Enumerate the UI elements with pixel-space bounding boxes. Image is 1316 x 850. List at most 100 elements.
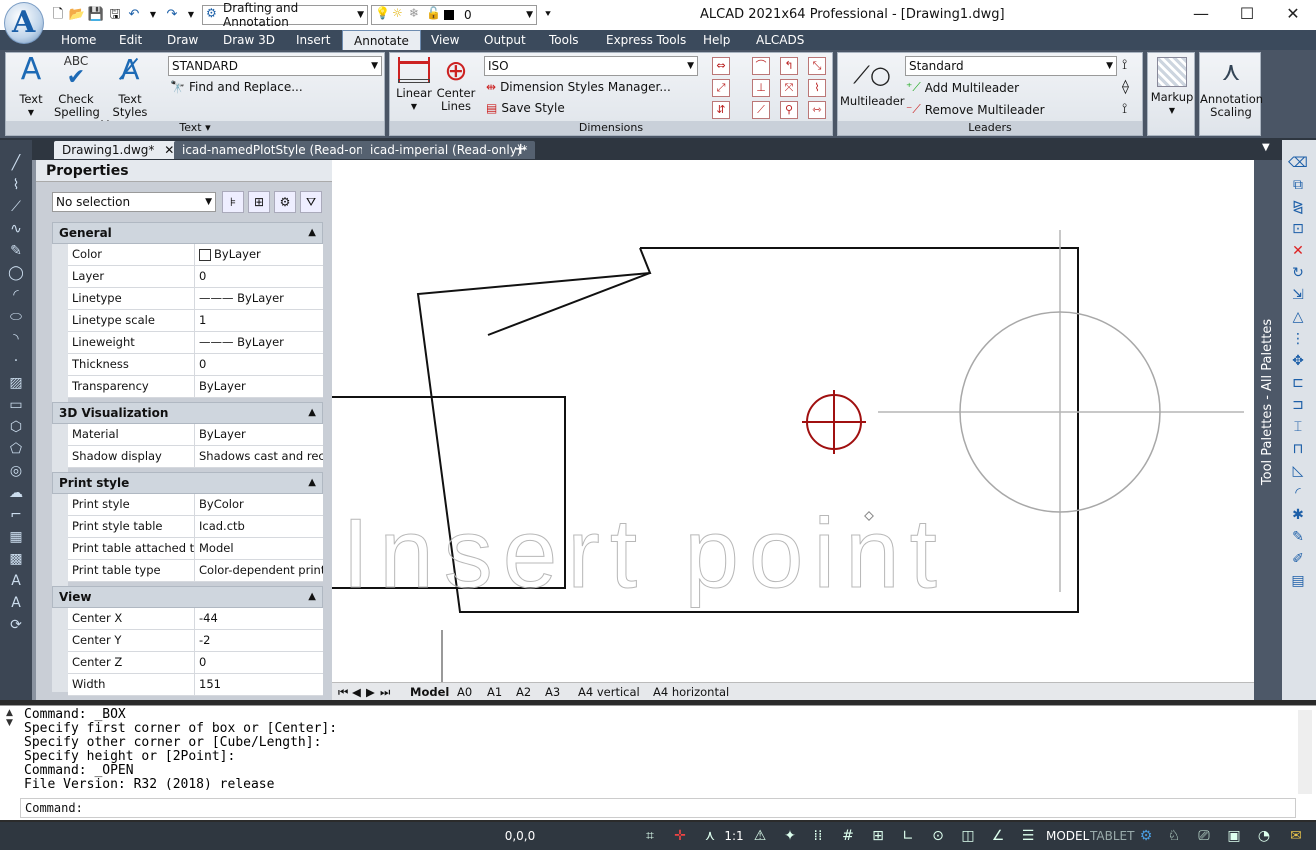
ortho-icon[interactable]: ∟ [898,826,918,846]
dim-tool-3[interactable]: ⇵ [712,101,730,119]
tab-home[interactable]: Home [61,30,96,50]
dim-tool-9[interactable]: ⚲ [780,101,798,119]
leader-style-icon[interactable]: ⟟ [1122,101,1127,117]
fillet-icon[interactable]: ◜ [1286,482,1310,504]
undo-icon[interactable]: ↶ [126,7,142,23]
hardware-accel-icon[interactable]: ▣ [1224,826,1244,846]
dim-tool-7[interactable]: ↰ [780,57,798,75]
prop-row[interactable]: Center Z0 [68,652,323,674]
dim-tool-2[interactable]: ⤢ [712,79,730,97]
point-icon[interactable]: · [4,350,28,372]
grid-display-icon[interactable]: ⁞⁞ [808,826,828,846]
prop-row[interactable]: Print style table Icad.ctb [68,516,323,538]
open-folder-icon[interactable]: 📂 [69,7,85,23]
layout-tab-model[interactable]: Model [410,684,449,700]
new-file-icon[interactable]: 🗋 [50,7,66,23]
new-tab-icon[interactable]: + [514,139,527,158]
pencil-icon[interactable]: ✎ [4,240,28,262]
copy-icon[interactable]: ⧉ [1286,174,1310,196]
minimize-button[interactable]: — [1178,0,1224,30]
tab-alcads[interactable]: ALCADS [756,30,804,50]
chevron-down-icon[interactable]: ▼ [1262,142,1270,153]
chamfer-icon[interactable]: ◺ [1286,460,1310,482]
first-layout-icon[interactable]: ⏮ [338,684,348,700]
prop-row[interactable]: Color ByLayer [68,244,323,266]
table-icon[interactable]: ▦ [4,526,28,548]
doc-tab[interactable]: icad-namedPlotStyle (Read-only) [174,141,387,159]
clean-screen-icon[interactable]: ◔ [1254,826,1274,846]
center-lines-button[interactable]: ⊕ Center Lines [436,55,476,113]
leader-collect-icon[interactable]: ⟠ [1122,79,1129,95]
tab-draw-3d[interactable]: Draw 3D [223,30,275,50]
tablet-toggle[interactable]: TABLET [1090,826,1134,846]
layout-tab[interactable]: A1 [487,684,502,700]
command-scrollbar[interactable] [1298,710,1312,794]
stext-icon[interactable]: A [4,592,28,614]
multileader-button[interactable]: ⟋○ Multileader [840,55,905,108]
prop-row[interactable]: Layer 0 [68,266,323,288]
join-icon[interactable]: ⊓ [1286,438,1310,460]
model-space-toggle[interactable]: MODEL [1046,826,1089,846]
leaders-panel-title[interactable]: Leaders [838,121,1142,135]
tab-tools[interactable]: Tools [549,30,579,50]
command-input[interactable]: Command: [20,798,1296,818]
quick-select-icon[interactable]: ⚙ [274,191,296,213]
text-style-select[interactable]: STANDARD ▼ [168,56,382,76]
hatch-icon[interactable]: ▨ [4,372,28,394]
dimensions-panel-title[interactable]: Dimensions [390,121,832,135]
prop-row[interactable]: Linetype ——— ByLayer [68,288,323,310]
lock-ui-icon[interactable]: ♘ [1164,826,1184,846]
multileader-style-select[interactable]: Standard ▼ [905,56,1117,76]
donut-icon[interactable]: ◎ [4,460,28,482]
layout-tab[interactable]: A0 [457,684,472,700]
tab-view[interactable]: View [431,30,459,50]
selection-select[interactable]: No selection ▼ [52,192,216,212]
arc-icon[interactable]: ◜ [4,284,28,306]
isolate-icon[interactable]: ⎚ [1194,826,1214,846]
mtext-icon[interactable]: A [4,570,28,592]
check-spelling-button[interactable]: ABC ✔ Check Spelling [54,55,100,119]
drawing-canvas[interactable]: Insert point [332,160,1254,682]
app-logo-icon[interactable]: A [4,2,44,44]
section-view[interactable]: View ▲ [52,586,323,608]
prop-row[interactable]: Linetype scale 1 [68,310,323,332]
revcloud-icon[interactable]: ☁ [4,482,28,504]
settings-gear-icon[interactable]: ⚙ [1136,826,1156,846]
text-panel-title[interactable]: Text ▾ [6,121,384,135]
annotation-visibility-icon[interactable]: ⋏ [700,826,720,846]
tab-edit[interactable]: Edit [119,30,142,50]
snap-grid-icon[interactable]: ⊞ [868,826,888,846]
region-icon[interactable]: ⬠ [4,438,28,460]
osnap-tracking-icon[interactable]: ∠ [988,826,1008,846]
layout-tab[interactable]: A4 horizontal [653,684,729,700]
auto-scale-icon[interactable]: ⚠ [750,826,770,846]
last-layout-icon[interactable]: ⏭ [380,684,390,700]
close-icon[interactable]: ✕ [164,143,174,157]
linear-dimension-button[interactable]: Linear ▼ [394,55,434,113]
dim-tool-10[interactable]: ⤡ [808,57,826,75]
annotation-scale[interactable]: 1:1 [724,826,744,846]
section-print-style[interactable]: Print style ▲ [52,472,323,494]
prop-row[interactable]: Center Y -2 [68,630,323,652]
polygon-icon[interactable]: ⬡ [4,416,28,438]
dim-tool-11[interactable]: ⌇ [808,79,826,97]
prop-row[interactable]: Thickness 0 [68,354,323,376]
toggle-pickadd-icon[interactable]: ⊧ [222,191,244,213]
prop-row[interactable]: Shadow displayShadows cast and rece... [68,446,323,468]
lineweight-icon[interactable]: ☰ [1018,826,1038,846]
polar-tracking-icon[interactable]: ⊙ [928,826,948,846]
rectangle-icon[interactable]: ▭ [4,394,28,416]
line-icon[interactable]: ╱ [4,152,28,174]
prop-row[interactable]: Center X -44 [68,608,323,630]
section-general[interactable]: General ▲ [52,222,323,244]
filter-icon[interactable]: ⛛ [300,191,322,213]
grid-icon[interactable]: # [838,826,858,846]
tab-draw[interactable]: Draw [167,30,198,50]
dim-tool-4[interactable]: ⌒ [752,57,770,75]
dimension-styles-manager-button[interactable]: ⇹ Dimension Styles Manager... [486,80,671,94]
extend-icon[interactable]: ⊐ [1286,394,1310,416]
save-as-icon[interactable]: 🖫 [107,7,123,23]
markup-button[interactable]: Markup ▼ [1150,57,1194,117]
prop-row[interactable]: Print style ByColor [68,494,323,516]
workspace-switch-icon[interactable]: ✦ [780,826,800,846]
